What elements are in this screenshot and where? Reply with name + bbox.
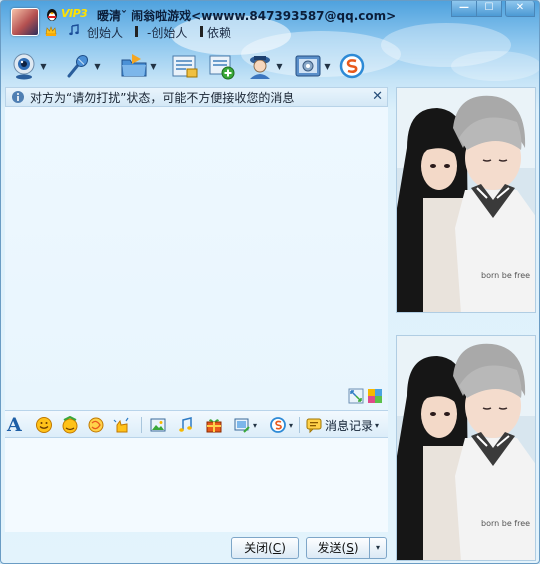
soso-icon (270, 417, 286, 433)
chevron-down-icon[interactable]: ▼ (275, 51, 284, 81)
soso-icon (339, 53, 365, 79)
screenshot-button[interactable]: ▾ (233, 415, 257, 435)
close-window-button[interactable]: ✕ (505, 1, 535, 17)
qq-penguin-icon (47, 9, 57, 21)
music-button[interactable] (177, 415, 195, 435)
close-button-label: 关闭( (244, 541, 273, 555)
font-button[interactable]: A (7, 415, 22, 435)
message-display-area[interactable] (5, 107, 388, 410)
webcam-icon (13, 53, 35, 80)
send-image-button[interactable] (149, 415, 167, 435)
title-bar[interactable]: VIP3 暧清ˇ 闹翁啦游戏<wwww.847393587@qq.com> 创始… (1, 1, 539, 41)
music-icon (179, 417, 192, 432)
send-button-label: 发送( (317, 541, 347, 555)
notice-text: 对方为“请勿打扰”状态，可能不方便接收您的消息 (30, 90, 295, 105)
hand-icon (113, 417, 129, 433)
smiley-icon (36, 417, 52, 433)
message-history-button[interactable]: 消息记录 ▾ (305, 415, 379, 435)
action-bar: 关闭(C) 发送(S) ▾ (5, 532, 388, 563)
main-toolbar: ▼ ▼ ▼ ▼ ▼ (9, 49, 389, 85)
svg-text:born be free: born be free (481, 271, 530, 280)
magic-emoji-icon (62, 416, 78, 434)
chevron-down-icon[interactable]: ▼ (93, 51, 102, 81)
toolbar-divider (141, 417, 142, 433)
font-icon: A (7, 414, 22, 436)
vip-badge: VIP3 (61, 7, 88, 20)
close-button[interactable]: 关闭(C) (231, 537, 299, 559)
message-history-label: 消息记录 (325, 418, 374, 433)
notice-close-icon[interactable]: ✕ (372, 89, 383, 104)
toolbar-divider (299, 417, 300, 433)
image-icon (150, 418, 166, 432)
file-transfer-button[interactable]: ▼ (119, 49, 158, 83)
magic-emoji-button[interactable] (61, 415, 79, 435)
svg-text:born be free: born be free (481, 519, 530, 528)
email-button[interactable] (169, 49, 199, 83)
my-show-photo: born be free (396, 335, 536, 561)
couple-photo: born be free (397, 88, 535, 312)
info-icon (12, 91, 24, 103)
cloud-decoration (451, 51, 539, 81)
folder-transfer-icon (121, 54, 147, 77)
color-palette-icon[interactable] (367, 388, 383, 404)
gift-icon (206, 419, 222, 433)
minimize-button[interactable]: — (451, 1, 477, 17)
expand-icon[interactable] (348, 388, 364, 404)
chat-window: VIP3 暧清ˇ 闹翁啦游戏<wwww.847393587@qq.com> 创始… (0, 0, 540, 564)
contact-avatar[interactable] (11, 8, 39, 36)
contact-show-photo: born be free (396, 87, 536, 313)
chevron-down-icon[interactable]: ▾ (375, 421, 379, 430)
webcam-button[interactable]: ▼ (9, 49, 48, 83)
dnd-notice-bar: 对方为“请勿打扰”状态，可能不方便接收您的消息 ✕ (5, 87, 388, 107)
send-button-tail: ) (353, 541, 359, 555)
crown-icon (45, 26, 57, 36)
signature-divider (135, 26, 138, 37)
email-icon (172, 55, 198, 78)
message-input[interactable] (5, 438, 388, 532)
format-toolbar: A ▾ ▾ 消息记录 ▾ (5, 410, 388, 438)
close-button-hotkey: C (272, 541, 282, 555)
chevron-down-icon[interactable]: ▼ (39, 51, 48, 81)
chat-history-icon (306, 418, 322, 434)
send-options-button[interactable]: ▾ (369, 537, 387, 559)
screenshot-icon (234, 418, 250, 433)
send-button[interactable]: 发送(S) (306, 537, 370, 559)
microphone-icon (67, 54, 89, 78)
gift-button[interactable] (205, 415, 223, 435)
signature-part-3: 依赖 (207, 26, 232, 40)
signature-part-2: -创始人 (147, 26, 188, 40)
close-button-tail: ) (281, 541, 286, 555)
scribble-button[interactable] (87, 415, 105, 435)
app-settings-icon (295, 55, 321, 77)
signature-divider (200, 26, 203, 37)
send-button-hotkey: S (346, 541, 354, 555)
shake-button[interactable] (113, 415, 131, 435)
add-contact-button[interactable] (206, 49, 236, 83)
maximize-button[interactable]: ☐ (476, 1, 502, 17)
contact-name: 暧清ˇ 闹翁啦游戏<wwww.847393587@qq.com> (97, 9, 397, 23)
user-info-icon (250, 56, 270, 79)
soso-expression-button[interactable]: ▾ (269, 415, 293, 435)
add-contact-icon (209, 55, 235, 80)
music-note-icon (69, 24, 79, 36)
signature-part-1: 创始人 (87, 26, 124, 40)
app-settings-button[interactable]: ▼ (293, 49, 332, 83)
scribble-icon (88, 417, 104, 433)
chevron-down-icon[interactable]: ▾ (289, 421, 293, 430)
emoji-button[interactable] (35, 415, 53, 435)
chevron-down-icon[interactable]: ▾ (253, 421, 257, 430)
chevron-down-icon[interactable]: ▼ (149, 51, 158, 81)
couple-photo: born be free (397, 336, 535, 560)
soso-button[interactable] (337, 49, 367, 83)
chevron-down-icon[interactable]: ▼ (323, 51, 332, 81)
voice-button[interactable]: ▼ (63, 49, 102, 83)
user-info-button[interactable]: ▼ (245, 49, 284, 83)
